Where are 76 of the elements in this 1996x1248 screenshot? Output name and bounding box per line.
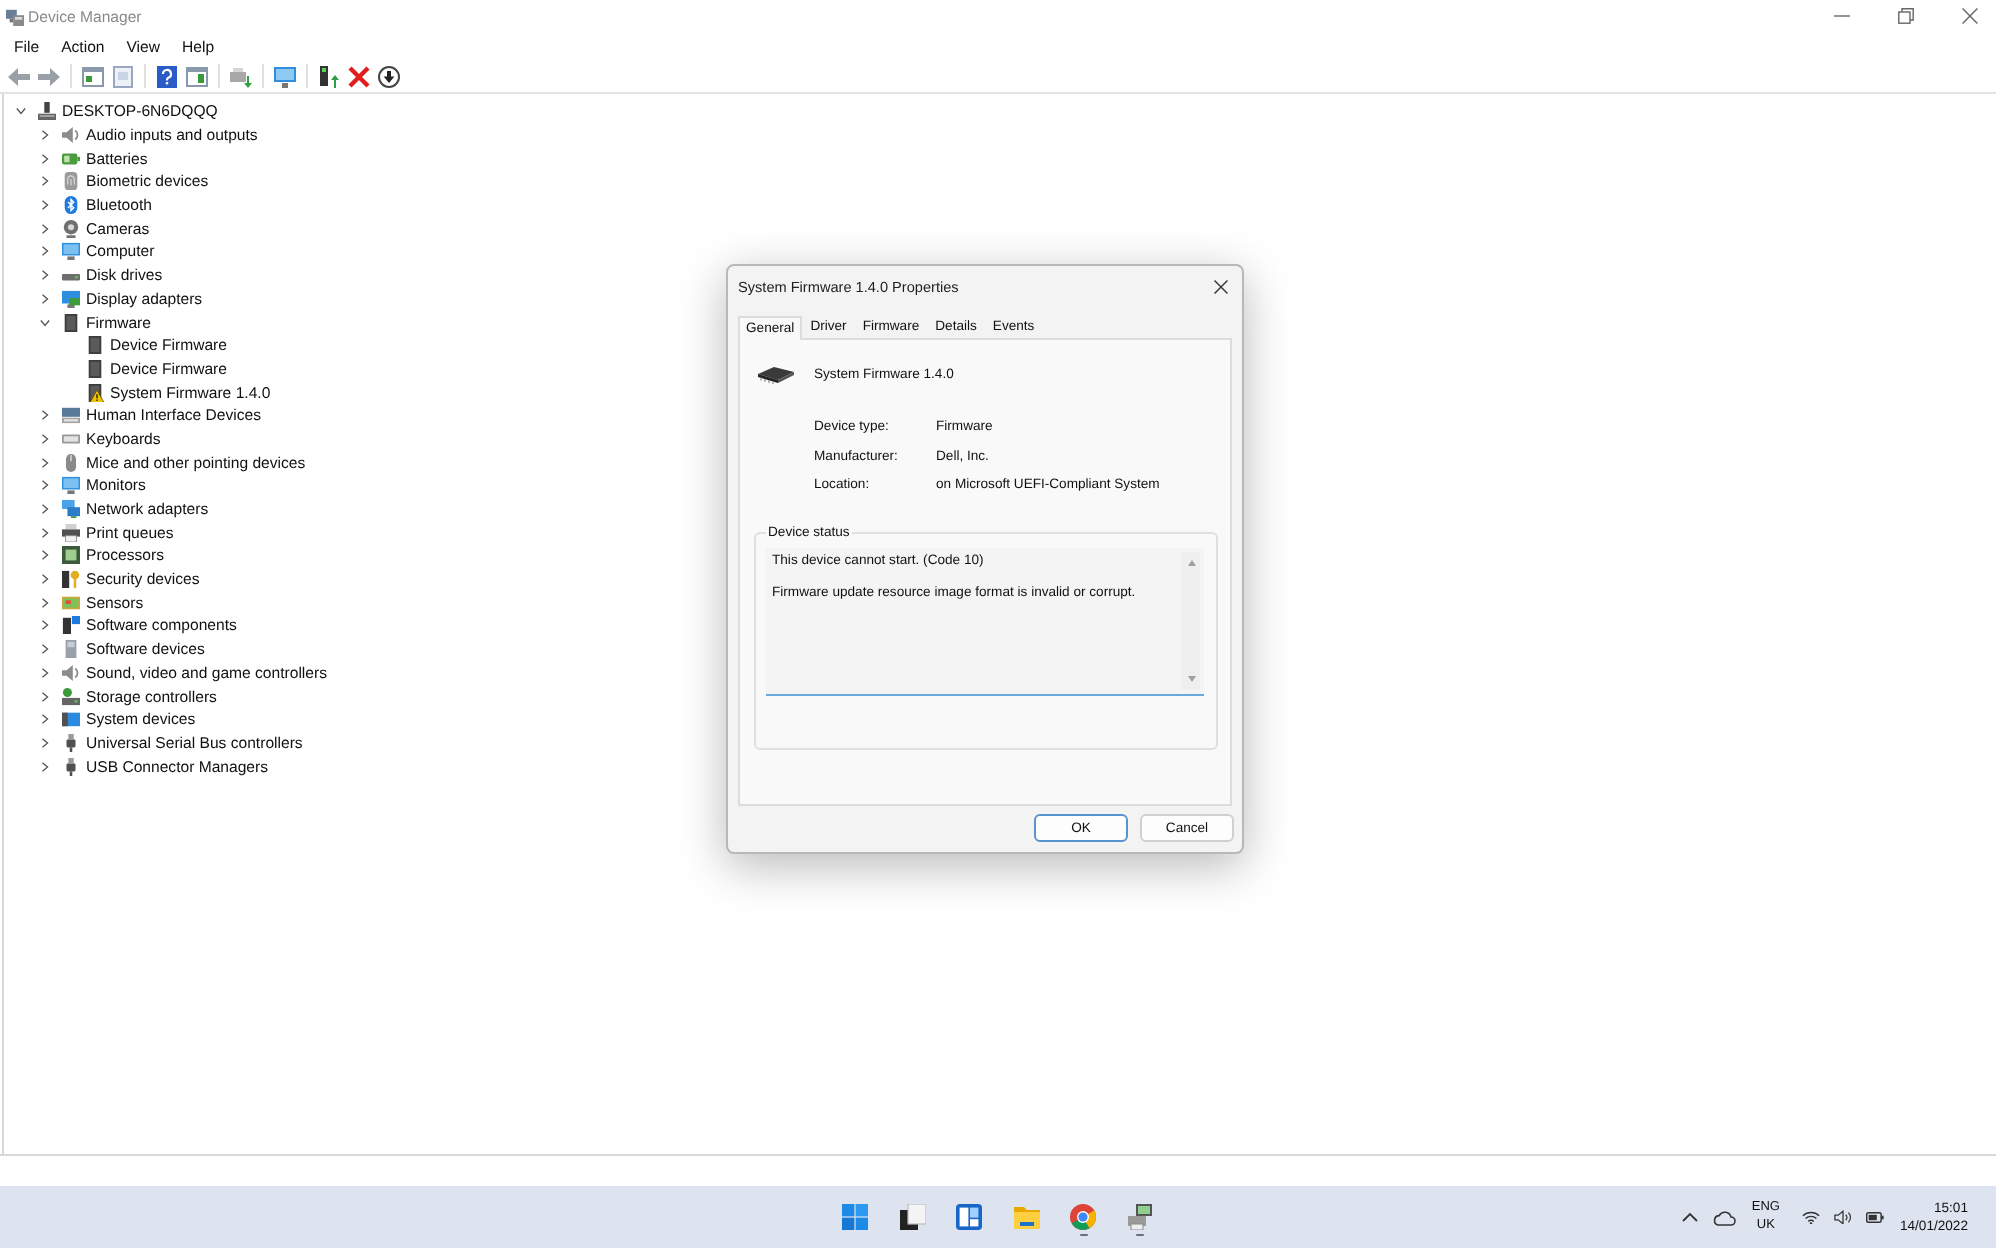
chevron-up-icon[interactable] [1681, 1212, 1698, 1222]
down-arrow-circle-icon[interactable] [378, 65, 400, 87]
volume-icon[interactable] [1833, 1209, 1852, 1225]
battery-icon[interactable] [1865, 1209, 1884, 1225]
expand-chevron-icon[interactable] [40, 761, 50, 772]
expand-chevron-icon[interactable] [40, 480, 50, 491]
wifi-icon[interactable] [1801, 1209, 1820, 1225]
monitor-icon [62, 476, 80, 495]
expand-chevron-icon[interactable] [40, 200, 50, 211]
speaker-icon [62, 663, 80, 682]
expand-chevron-icon[interactable] [40, 246, 50, 257]
expand-chevron-icon[interactable] [40, 176, 50, 187]
chip-icon [758, 364, 794, 384]
battery-icon [62, 149, 80, 168]
collapse-chevron-icon[interactable] [40, 317, 50, 328]
expand-chevron-icon[interactable] [40, 270, 50, 281]
network-icon [62, 500, 80, 519]
display-adapter-icon [62, 289, 80, 308]
expand-chevron-icon[interactable] [40, 410, 50, 421]
expand-chevron-icon[interactable] [40, 667, 50, 678]
usb-plug-icon [62, 733, 80, 752]
expand-chevron-icon[interactable] [40, 457, 50, 468]
expand-chevron-icon[interactable] [40, 597, 50, 608]
expand-chevron-icon[interactable] [40, 620, 50, 631]
monitor-scan-icon[interactable] [274, 65, 296, 87]
system-device-icon [62, 710, 80, 729]
expand-chevron-icon[interactable] [40, 223, 50, 234]
expand-chevron-icon[interactable] [40, 293, 50, 304]
hid-device-icon [62, 406, 80, 425]
collapse-chevron-icon[interactable] [16, 106, 26, 117]
printer-icon [62, 523, 80, 542]
window-icon[interactable] [186, 65, 208, 87]
computer-icon [38, 102, 56, 121]
expand-chevron-icon[interactable] [40, 691, 50, 702]
device-add-icon[interactable] [318, 65, 340, 87]
expand-chevron-icon[interactable] [40, 714, 50, 725]
usb-plug-icon [62, 757, 80, 776]
device-update-icon[interactable] [230, 65, 252, 87]
bluetooth-icon [62, 196, 80, 215]
processor-icon [62, 546, 80, 565]
computer-printer-icon [6, 7, 24, 25]
expand-chevron-icon[interactable] [40, 550, 50, 561]
computer-printer-icon[interactable] [1127, 1204, 1154, 1230]
expand-chevron-icon[interactable] [40, 153, 50, 164]
expand-chevron-icon[interactable] [40, 527, 50, 538]
speaker-icon [62, 126, 80, 145]
cloud-icon[interactable] [1711, 1209, 1736, 1225]
webcam-icon [62, 219, 80, 238]
software-component-icon [62, 616, 80, 635]
expand-chevron-icon[interactable] [40, 737, 50, 748]
storage-controller-icon [62, 687, 80, 706]
fingerprint-reader-icon [62, 172, 80, 191]
delete-icon[interactable] [348, 65, 370, 87]
back-arrow-icon[interactable] [8, 65, 30, 87]
mouse-icon [62, 453, 80, 472]
keyboard-icon [62, 429, 80, 448]
window-icon[interactable] [82, 65, 104, 87]
sensor-icon [62, 593, 80, 612]
monitor-icon [62, 242, 80, 261]
expand-chevron-icon[interactable] [40, 504, 50, 515]
browser-icon[interactable] [1070, 1204, 1097, 1230]
key-icon [62, 570, 80, 589]
expand-chevron-icon[interactable] [40, 433, 50, 444]
expand-chevron-icon[interactable] [40, 130, 50, 141]
forward-arrow-icon[interactable] [38, 65, 60, 87]
expand-chevron-icon[interactable] [40, 574, 50, 585]
expand-chevron-icon[interactable] [40, 644, 50, 655]
restore-icon[interactable] [1898, 8, 1914, 24]
close-icon[interactable] [1214, 279, 1228, 293]
software-device-icon [62, 640, 80, 659]
close-icon[interactable] [1962, 8, 1978, 24]
task-view-icon[interactable] [899, 1204, 926, 1230]
help-icon[interactable] [156, 65, 178, 87]
widgets-icon[interactable] [956, 1204, 983, 1230]
start-icon[interactable] [842, 1204, 869, 1230]
folder-icon[interactable] [1013, 1204, 1040, 1230]
